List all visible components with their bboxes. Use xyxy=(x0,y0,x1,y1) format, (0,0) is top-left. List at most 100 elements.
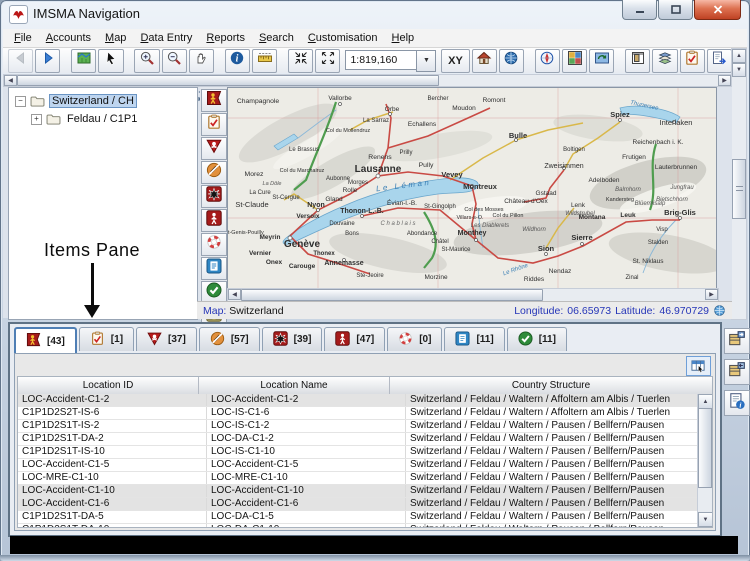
table-row[interactable]: C1P1D2S1T-DA-5LOC-DA-C1-5Switzerland / F… xyxy=(18,511,698,524)
scale-combo[interactable]: 1:819,160▼ xyxy=(345,50,436,72)
table-row[interactable]: LOC-Accident-C1-10LOC-Accident-C1-10Swit… xyxy=(18,485,698,498)
scale-input[interactable]: 1:819,160 xyxy=(345,50,416,70)
home-button[interactable] xyxy=(472,49,497,73)
map-hscroll-thumb[interactable] xyxy=(241,289,543,301)
title-bar[interactable]: IMSMA Navigation xyxy=(0,0,750,28)
table-row[interactable]: C1P1D2S2T-IS-6LOC-IS-C1-6Switzerland / F… xyxy=(18,407,698,420)
zoom-to-selection-button[interactable] xyxy=(288,49,313,73)
hscroll-thumb[interactable] xyxy=(17,75,439,86)
tab-explosion[interactable]: [39] xyxy=(262,327,323,351)
pan-button[interactable] xyxy=(189,49,214,73)
menu-search[interactable]: Search xyxy=(253,30,302,46)
menu-help[interactable]: Help xyxy=(386,30,423,46)
table-scroll-down-button[interactable]: ▼ xyxy=(698,512,713,527)
layers-button[interactable] xyxy=(562,49,587,73)
attach-pane-button[interactable] xyxy=(724,359,750,385)
map-hscrollbar[interactable]: ◀ ▶ xyxy=(227,288,719,302)
map-hscroll-left-button[interactable]: ◀ xyxy=(228,289,241,300)
table-cell: Switzerland / Feldau / Waltern / Pausen … xyxy=(406,433,698,445)
xy-button[interactable]: XY xyxy=(441,49,469,73)
map-canvas[interactable]: ChampagnoleMorezSt-ClaudeLa CureSt-Cergu… xyxy=(227,87,717,289)
map-view-button[interactable] xyxy=(71,49,96,73)
task-tool-button[interactable] xyxy=(201,113,227,136)
tab-qa[interactable]: [11] xyxy=(444,327,504,351)
explosion-tool-button[interactable] xyxy=(201,185,227,208)
accident-icon xyxy=(206,90,222,111)
table-row[interactable]: LOC-Accident-C1-5LOC-Accident-C1-5Switze… xyxy=(18,459,698,472)
minimize-button[interactable] xyxy=(622,0,657,20)
table-row[interactable]: C1P1D2S1T-DA-2LOC-DA-C1-2Switzerland / F… xyxy=(18,433,698,446)
menu-accounts[interactable]: Accounts xyxy=(40,30,99,46)
column-header-location-id[interactable]: Location ID xyxy=(18,377,199,394)
table-row[interactable]: C1P1D2S1T-IS-10LOC-IS-C1-10Switzerland /… xyxy=(18,446,698,459)
compass-button[interactable] xyxy=(535,49,560,73)
victim-tool-button[interactable] xyxy=(201,209,227,232)
victim-icon xyxy=(335,331,350,349)
window-vscrollbar[interactable]: ▲ ▼ xyxy=(731,48,747,320)
tree-expander-minus[interactable]: − xyxy=(15,96,26,107)
vscroll-down-button[interactable]: ▼ xyxy=(732,63,746,77)
tab-assistance[interactable]: [0] xyxy=(387,327,442,351)
scale-dropdown-button[interactable]: ▼ xyxy=(416,50,436,72)
accident-tool-button[interactable] xyxy=(201,89,227,112)
tab-hazard[interactable]: [37] xyxy=(136,327,197,351)
zoom-out-button[interactable] xyxy=(162,49,187,73)
identify-button[interactable]: i xyxy=(225,49,250,73)
column-header-country-structure[interactable]: Country Structure xyxy=(390,377,712,394)
table-row[interactable]: LOC-MRE-C1-10LOC-MRE-C1-10Switzerland / … xyxy=(18,472,698,485)
assistance-tool-button[interactable] xyxy=(201,233,227,256)
tab-task[interactable]: [1] xyxy=(79,327,134,351)
hazard-tool-button[interactable] xyxy=(201,137,227,160)
menu-file[interactable]: File xyxy=(8,30,40,46)
menu-data-entry[interactable]: Data Entry xyxy=(134,30,200,46)
detach-pane-button[interactable] xyxy=(724,328,750,354)
vscroll-up-button[interactable]: ▲ xyxy=(732,49,746,63)
vscroll-thumb[interactable] xyxy=(732,159,746,219)
tab-victim[interactable]: [47] xyxy=(324,327,385,351)
tab-hazard-reduction[interactable]: [57] xyxy=(199,327,260,351)
column-chooser-button[interactable] xyxy=(686,356,711,376)
table-cell: Switzerland / Feldau / Waltern / Affolte… xyxy=(406,407,698,419)
location-tree[interactable]: −Switzerland / CH +Feldau / C1P1 xyxy=(8,87,198,320)
tree-item-switzerland-ch[interactable]: −Switzerland / CH xyxy=(15,93,137,109)
column-header-location-name[interactable]: Location Name xyxy=(199,377,390,394)
tab-count: [11] xyxy=(476,334,493,345)
menu-customisation[interactable]: Customisation xyxy=(302,30,386,46)
tab-completed[interactable]: [11] xyxy=(507,327,567,351)
table-cell: LOC-Accident-C1-5 xyxy=(18,459,207,471)
window-button[interactable] xyxy=(625,49,650,73)
back-button[interactable] xyxy=(8,49,33,73)
measure-button[interactable] xyxy=(252,49,277,73)
table-row[interactable]: C1P1D2S1T-IS-2LOC-IS-C1-2Switzerland / F… xyxy=(18,420,698,433)
hscroll-left-button[interactable]: ◀ xyxy=(4,75,17,86)
map-hscroll-right-button[interactable]: ▶ xyxy=(705,289,718,300)
tab-accident[interactable]: [43] xyxy=(14,327,77,353)
report-info-button[interactable]: i xyxy=(724,390,750,416)
select-tool-button[interactable] xyxy=(98,49,123,73)
new-report-button[interactable] xyxy=(707,49,732,73)
menu-reports[interactable]: Reports xyxy=(200,30,253,46)
hazard-reduction-tool-button[interactable] xyxy=(201,161,227,184)
map-label: Châtel xyxy=(431,239,448,245)
toolbar-hscrollbar[interactable]: ◀ ▶ xyxy=(3,74,732,87)
qa-tool-button[interactable] xyxy=(201,257,227,280)
checklist-button[interactable] xyxy=(680,49,705,73)
menu-map[interactable]: Map xyxy=(99,30,134,46)
zoom-in-button[interactable] xyxy=(134,49,159,73)
table-row[interactable]: LOC-Accident-C1-2LOC-Accident-C1-2Switze… xyxy=(18,394,698,407)
layer-stack-button[interactable] xyxy=(652,49,677,73)
globe-button[interactable] xyxy=(499,49,524,73)
forward-button[interactable] xyxy=(35,49,60,73)
tree-expander-plus[interactable]: + xyxy=(31,114,42,125)
table-scroll-up-button[interactable]: ▲ xyxy=(698,394,713,409)
hscroll-right-button[interactable]: ▶ xyxy=(718,75,731,86)
table-vscrollbar[interactable]: ▲ ▼ xyxy=(697,394,712,527)
table-row[interactable]: LOC-Accident-C1-6LOC-Accident-C1-6Switze… xyxy=(18,498,698,511)
map-refresh-button[interactable] xyxy=(589,49,614,73)
close-button[interactable] xyxy=(694,0,741,20)
table-scroll-thumb[interactable] xyxy=(698,408,712,488)
tree-item-feldau-c1p1[interactable]: +Feldau / C1P1 xyxy=(31,111,139,127)
maximize-button[interactable] xyxy=(658,0,693,20)
table-row[interactable]: C1P1D2S1T-DA-10LOC-DA-C1-10Switzerland /… xyxy=(18,524,698,527)
full-extent-button[interactable] xyxy=(315,49,340,73)
